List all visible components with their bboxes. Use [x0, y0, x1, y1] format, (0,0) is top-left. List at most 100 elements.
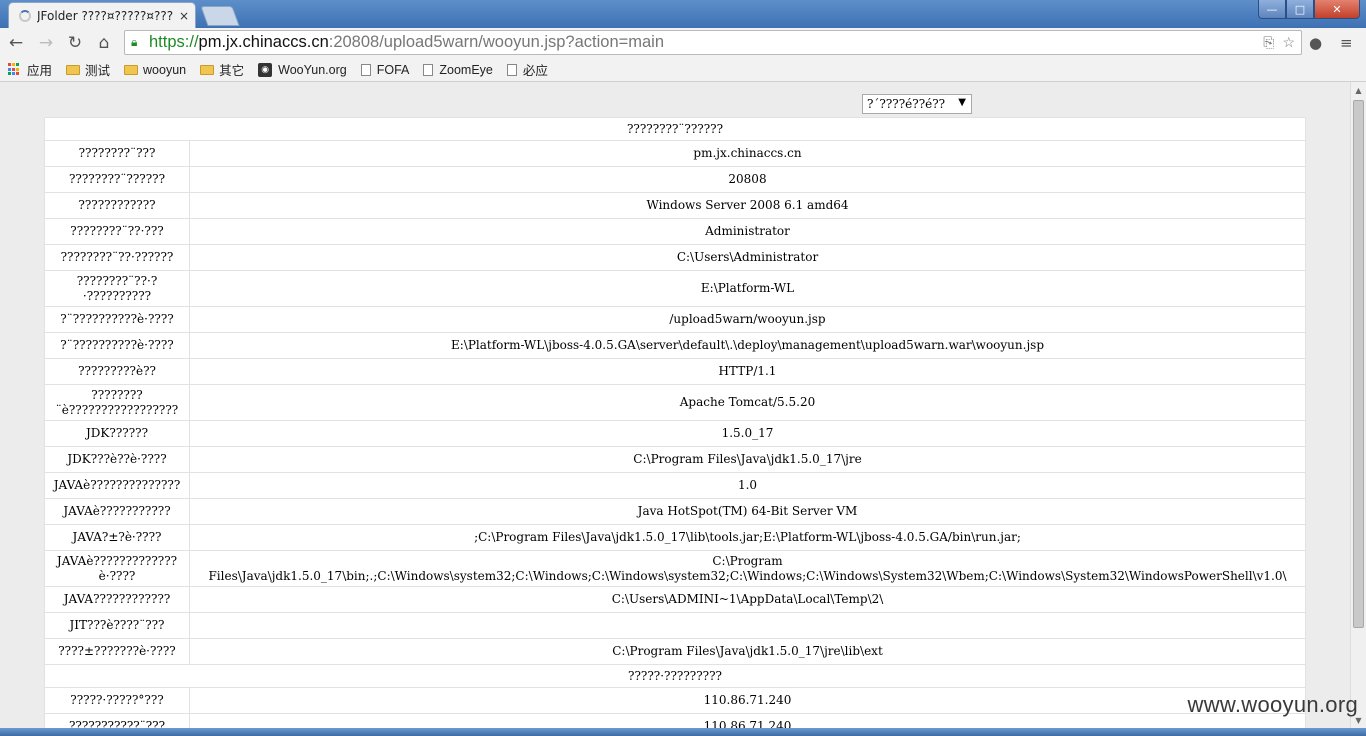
- section-title: ????????¨??????: [44, 117, 1306, 141]
- loading-spinner-icon: [19, 9, 31, 22]
- row-value: C:\Program Files\Java\jdk1.5.0_17\jre\li…: [189, 638, 1306, 665]
- bookmark-label: ZoomEye: [439, 62, 493, 77]
- browser-toolbar: ← → ↻ ⌂ 🔒︎ https://pm.jx.chinaccs.cn:208…: [0, 28, 1366, 58]
- row-value: Apache Tomcat/5.5.20: [189, 384, 1306, 421]
- bookmark-fofa[interactable]: FOFA: [360, 62, 410, 77]
- table-row: ?¨??????????è·???? E:\Platform-WL\jboss-…: [44, 332, 1306, 359]
- extension-cookie-icon[interactable]: ●: [1309, 34, 1322, 52]
- row-label: ????±???????è·????: [44, 638, 190, 665]
- minimize-button[interactable]: —: [1258, 0, 1286, 19]
- row-label: ????????¨??·???: [44, 218, 190, 245]
- address-bar[interactable]: 🔒︎ https://pm.jx.chinaccs.cn:20808/uploa…: [124, 30, 1302, 55]
- os-taskbar: [0, 728, 1366, 736]
- bookmark-bing[interactable]: 必应: [506, 60, 548, 79]
- table-row: JAVAè?????????????? 1.0: [44, 472, 1306, 499]
- row-label: ????????????: [44, 192, 190, 219]
- row-value: HTTP/1.1: [189, 358, 1306, 385]
- bookmark-folder-test[interactable]: 测试: [66, 60, 110, 79]
- page-icon: [360, 63, 371, 76]
- close-window-button[interactable]: ✕: [1314, 0, 1360, 19]
- scroll-up-icon[interactable]: ▲: [1351, 82, 1366, 98]
- row-label: JAVA?±?è·????: [44, 524, 190, 551]
- bookmark-folder-other[interactable]: 其它: [200, 60, 244, 79]
- table-row: JAVA?±?è·???? ;C:\Program Files\Java\jdk…: [44, 524, 1306, 551]
- page-icon: [506, 63, 517, 76]
- table-row: ????±???????è·???? C:\Program Files\Java…: [44, 638, 1306, 665]
- table-row: ????????¨?????? 20808: [44, 166, 1306, 193]
- row-label: ????????¨???: [44, 140, 190, 167]
- row-value: C:\Users\Administrator: [189, 244, 1306, 271]
- page-content: ?´????é??é?? ▼ ????????¨?????? ????????¨…: [0, 82, 1350, 728]
- section-title: ?????·?????????: [44, 664, 1306, 688]
- bookmark-apps[interactable]: 应用: [8, 60, 52, 79]
- table-row: JDK???è??è·???? C:\Program Files\Java\jd…: [44, 446, 1306, 473]
- bookmark-label: 应用: [27, 64, 53, 78]
- bookmark-label: WooYun.org: [278, 62, 347, 77]
- bookmark-label: 必应: [522, 64, 548, 78]
- row-label: ????????¨??????: [44, 166, 190, 193]
- tab-close-icon[interactable]: ×: [179, 9, 189, 23]
- row-value: 110.86.71.240: [189, 687, 1306, 714]
- omnibox-actions: ⎘ ☆: [1263, 34, 1295, 51]
- row-label: ????????¨è?????????????????: [44, 384, 190, 421]
- row-label: JIT???è????¨???: [44, 612, 190, 639]
- bookmark-star-icon[interactable]: ☆: [1282, 34, 1295, 51]
- row-label: ???????????¨???: [44, 713, 190, 728]
- url-scheme: https://: [149, 33, 199, 51]
- row-label: JDK??????: [44, 420, 190, 447]
- row-value: 110.86.71.240: [189, 713, 1306, 728]
- row-label: JAVAè?????????????è·????: [44, 550, 190, 587]
- row-label: ????????¨??·??????: [44, 244, 190, 271]
- title-bar: JFolder ????¤?????¤??? × — □ ✕: [0, 0, 1366, 28]
- bookmark-label: FOFA: [376, 62, 410, 77]
- row-label: JAVA????????????: [44, 586, 190, 613]
- row-label: ?¨??????????è·????: [44, 306, 190, 333]
- menu-icon[interactable]: ≡: [1340, 34, 1353, 52]
- translate-icon[interactable]: ⎘: [1263, 34, 1274, 51]
- row-label: JAVAè??????????????: [44, 472, 190, 499]
- table-row: ???????????¨??? 110.86.71.240: [44, 713, 1306, 728]
- bookmark-wooyun-org[interactable]: ◉ WooYun.org: [258, 62, 347, 77]
- bookmark-folder-wooyun[interactable]: wooyun: [124, 63, 186, 77]
- bookmark-zoomeye[interactable]: ZoomEye: [423, 63, 493, 77]
- table-row: ????????¨è????????????????? Apache Tomca…: [44, 384, 1306, 421]
- row-label: ?¨??????????è·????: [44, 332, 190, 359]
- row-value: E:\Platform-WL\jboss-4.0.5.GA\server\def…: [189, 332, 1306, 359]
- tab-title: JFolder ????¤?????¤???: [37, 8, 174, 23]
- home-button[interactable]: ⌂: [92, 31, 116, 55]
- scrollbar-thumb[interactable]: [1353, 100, 1364, 628]
- table-row: JDK?????? 1.5.0_17: [44, 420, 1306, 447]
- row-label: ?????????è??: [44, 358, 190, 385]
- window-controls: — □ ✕: [1258, 0, 1360, 20]
- row-label: JDK???è??è·????: [44, 446, 190, 473]
- row-value: Java HotSpot(TM) 64-Bit Server VM: [189, 498, 1306, 525]
- table-row: JIT???è????¨???: [44, 612, 1306, 639]
- folder-icon: [124, 64, 139, 75]
- table-row: ????????¨??·?????? C:\Users\Administrato…: [44, 244, 1306, 271]
- table-row: ????????¨??·?·?????????? E:\Platform-WL: [44, 270, 1306, 307]
- vertical-scrollbar[interactable]: ▲ ▼: [1350, 82, 1366, 728]
- reload-button[interactable]: ↻: [63, 31, 87, 55]
- row-value: pm.jx.chinaccs.cn: [189, 140, 1306, 167]
- row-value: Windows Server 2008 6.1 amd64: [189, 192, 1306, 219]
- forward-button[interactable]: →: [34, 31, 58, 55]
- row-value: /upload5warn/wooyun.jsp: [189, 306, 1306, 333]
- browser-tab[interactable]: JFolder ????¤?????¤??? ×: [8, 2, 196, 28]
- row-value: 1.5.0_17: [189, 420, 1306, 447]
- row-label: ?????·?????°???: [44, 687, 190, 714]
- bookmark-label: 其它: [219, 64, 245, 78]
- table-row: JAVA???????????? C:\Users\ADMINI~1\AppDa…: [44, 586, 1306, 613]
- back-button[interactable]: ←: [4, 31, 28, 55]
- row-value: C:\Program Files\Java\jdk1.5.0_17\bin;.;…: [189, 550, 1306, 587]
- row-value: [189, 612, 1306, 639]
- row-value: C:\Program Files\Java\jdk1.5.0_17\jre: [189, 446, 1306, 473]
- row-value: 20808: [189, 166, 1306, 193]
- new-tab-button[interactable]: [200, 6, 240, 26]
- table-row: ?¨??????????è·???? /upload5warn/wooyun.j…: [44, 306, 1306, 333]
- maximize-button[interactable]: □: [1286, 0, 1314, 19]
- folder-icon: [200, 64, 215, 75]
- action-select[interactable]: ?´????é??é?? ▼: [862, 94, 972, 114]
- row-value: E:\Platform-WL: [189, 270, 1306, 307]
- apps-icon: [8, 63, 21, 76]
- chevron-down-icon: ▼: [958, 97, 966, 108]
